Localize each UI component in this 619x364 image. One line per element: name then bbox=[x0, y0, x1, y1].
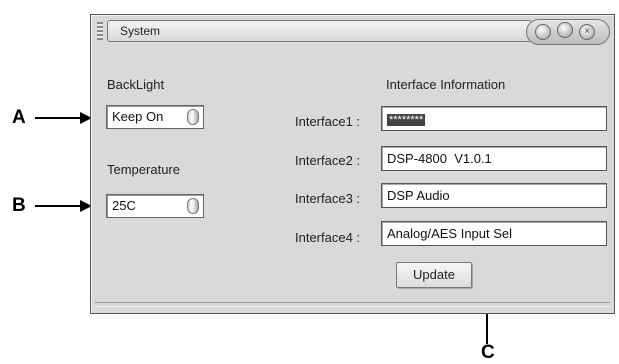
maximize-icon[interactable] bbox=[557, 22, 573, 38]
interface4-label: Interface4 : bbox=[295, 230, 361, 245]
status-divider bbox=[95, 302, 610, 307]
drag-grip-icon[interactable] bbox=[97, 22, 103, 40]
temperature-label: Temperature bbox=[107, 162, 180, 177]
window-controls: × bbox=[526, 19, 610, 45]
temperature-spinner-icon[interactable] bbox=[187, 198, 199, 214]
backlight-spinner-icon[interactable] bbox=[187, 109, 199, 125]
backlight-select[interactable]: Keep On bbox=[106, 105, 204, 129]
callout-a: A bbox=[12, 107, 26, 128]
minimize-icon[interactable] bbox=[535, 24, 551, 40]
interface1-field[interactable]: ******** bbox=[381, 106, 607, 131]
interface4-field[interactable]: Analog/AES Input Sel bbox=[381, 221, 607, 246]
update-button[interactable]: Update bbox=[396, 262, 472, 288]
interface-info-heading: Interface Information bbox=[386, 77, 506, 92]
callout-b: B bbox=[12, 195, 26, 216]
temperature-value: 25C bbox=[112, 198, 136, 213]
temperature-select[interactable]: 25C bbox=[106, 194, 204, 218]
title-bar[interactable]: System × bbox=[95, 19, 610, 45]
interface3-label: Interface3 : bbox=[295, 191, 361, 206]
close-icon[interactable]: × bbox=[579, 24, 595, 40]
interface2-field[interactable]: DSP-4800 V1.0.1 bbox=[381, 146, 607, 171]
system-window: System × BackLight Keep On Temperature 2… bbox=[90, 14, 615, 314]
backlight-label: BackLight bbox=[107, 77, 165, 92]
callout-a-arrow bbox=[35, 117, 83, 119]
interface1-value: ******** bbox=[387, 114, 426, 126]
interface1-label: Interface1 : bbox=[295, 114, 361, 129]
backlight-value: Keep On bbox=[112, 109, 164, 124]
window-title: System bbox=[107, 20, 532, 42]
callout-b-arrow bbox=[35, 205, 83, 207]
interface2-label: Interface2 : bbox=[295, 153, 361, 168]
interface3-field[interactable]: DSP Audio bbox=[381, 183, 607, 208]
